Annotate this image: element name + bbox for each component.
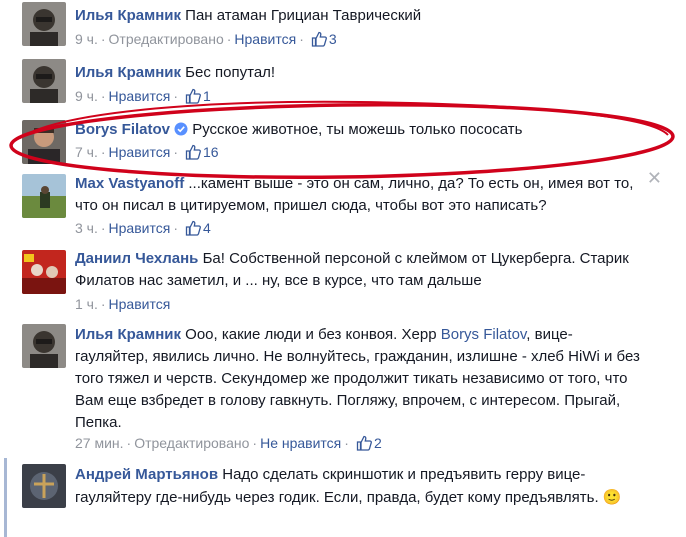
comment-time[interactable]: 1 ч.: [75, 296, 98, 312]
close-icon[interactable]: ✕: [647, 168, 662, 189]
like-button[interactable]: Нравится: [109, 88, 171, 104]
comment-text: Ооо, какие люди и без конвоя. Херр: [185, 326, 437, 343]
thumbs-up-icon[interactable]: [311, 31, 327, 52]
comment-time[interactable]: 3 ч.: [75, 220, 98, 236]
comment-author[interactable]: Borys Filatov: [75, 121, 170, 138]
comment-author[interactable]: Илья Крамник: [75, 7, 181, 24]
avatar[interactable]: [22, 174, 66, 218]
comment-meta: 9 ч. · Нравится · 1: [75, 86, 211, 109]
like-count[interactable]: 3: [329, 31, 337, 47]
avatar[interactable]: [22, 59, 66, 103]
comment-author[interactable]: Андрей Мартьянов: [75, 466, 218, 483]
comment-time[interactable]: 9 ч.: [75, 88, 98, 104]
comment-body: Илья Крамник Пан атаман Грициан Тавричес…: [75, 5, 646, 27]
comment-author[interactable]: Даниил Чехлань: [75, 250, 198, 267]
comment-author[interactable]: Илья Крамник: [75, 326, 181, 343]
like-count[interactable]: 16: [203, 144, 219, 160]
thumbs-up-icon[interactable]: [185, 144, 201, 165]
thumbs-up-icon[interactable]: [185, 88, 201, 109]
avatar[interactable]: [22, 324, 66, 368]
comment-text: Пан атаман Грициан Таврический: [185, 7, 422, 24]
edited-label[interactable]: Отредактировано: [134, 435, 249, 451]
like-button[interactable]: Нравится: [234, 31, 296, 47]
like-count[interactable]: 1: [203, 88, 211, 104]
smile-emoji-icon: 🙂: [602, 488, 622, 506]
avatar[interactable]: [22, 464, 66, 508]
comment-time[interactable]: 9 ч.: [75, 31, 98, 47]
comment-meta: 3 ч. · Нравится · 4: [75, 218, 211, 241]
comment-body: Илья Крамник Ооо, какие люди и без конво…: [75, 324, 646, 434]
like-button[interactable]: Нравится: [109, 296, 171, 312]
verified-badge-icon: [174, 121, 188, 143]
comment-time[interactable]: 7 ч.: [75, 144, 98, 160]
comment-author[interactable]: Илья Крамник: [75, 64, 181, 81]
like-count[interactable]: 2: [374, 435, 382, 451]
comment-text: Русское животное, ты можешь только посос…: [192, 121, 523, 138]
comment-body: Илья Крамник Бес попутал!: [75, 62, 646, 84]
unlike-button[interactable]: Не нравится: [260, 435, 341, 451]
like-button[interactable]: Нравится: [109, 144, 171, 160]
comment-body: Даниил Чехлань Ба! Собственной персоной …: [75, 248, 646, 292]
thumbs-up-icon[interactable]: [185, 220, 201, 241]
comment-time[interactable]: 27 мин.: [75, 435, 124, 451]
avatar[interactable]: [22, 2, 66, 46]
comment-body: Андрей Мартьянов Надо сделать скриншотик…: [75, 464, 646, 509]
thumbs-up-icon[interactable]: [356, 435, 372, 456]
comment-text: Бес попутал!: [185, 64, 276, 81]
like-button[interactable]: Нравится: [109, 220, 171, 236]
avatar[interactable]: [22, 120, 66, 164]
comment-meta: 27 мин. · Отредактировано · Не нравится · 2: [75, 433, 382, 456]
reply-thread-indicator: [4, 458, 7, 537]
comment-body: Max Vastyanoff ...камент выше - это он с…: [75, 173, 646, 217]
comment-meta: 9 ч. · Отредактировано · Нравится · 3: [75, 29, 337, 52]
comment-author[interactable]: Max Vastyanoff: [75, 175, 184, 192]
edited-label[interactable]: Отредактировано: [109, 31, 224, 47]
comment-body: Borys Filatov Русское животное, ты можеш…: [75, 119, 646, 143]
comment-meta: 1 ч. · Нравится: [75, 296, 171, 312]
like-count[interactable]: 4: [203, 220, 211, 236]
comment-meta: 7 ч. · Нравится · 16: [75, 142, 219, 165]
avatar[interactable]: [22, 250, 66, 294]
mention-link[interactable]: Borys Filatov: [441, 326, 527, 343]
